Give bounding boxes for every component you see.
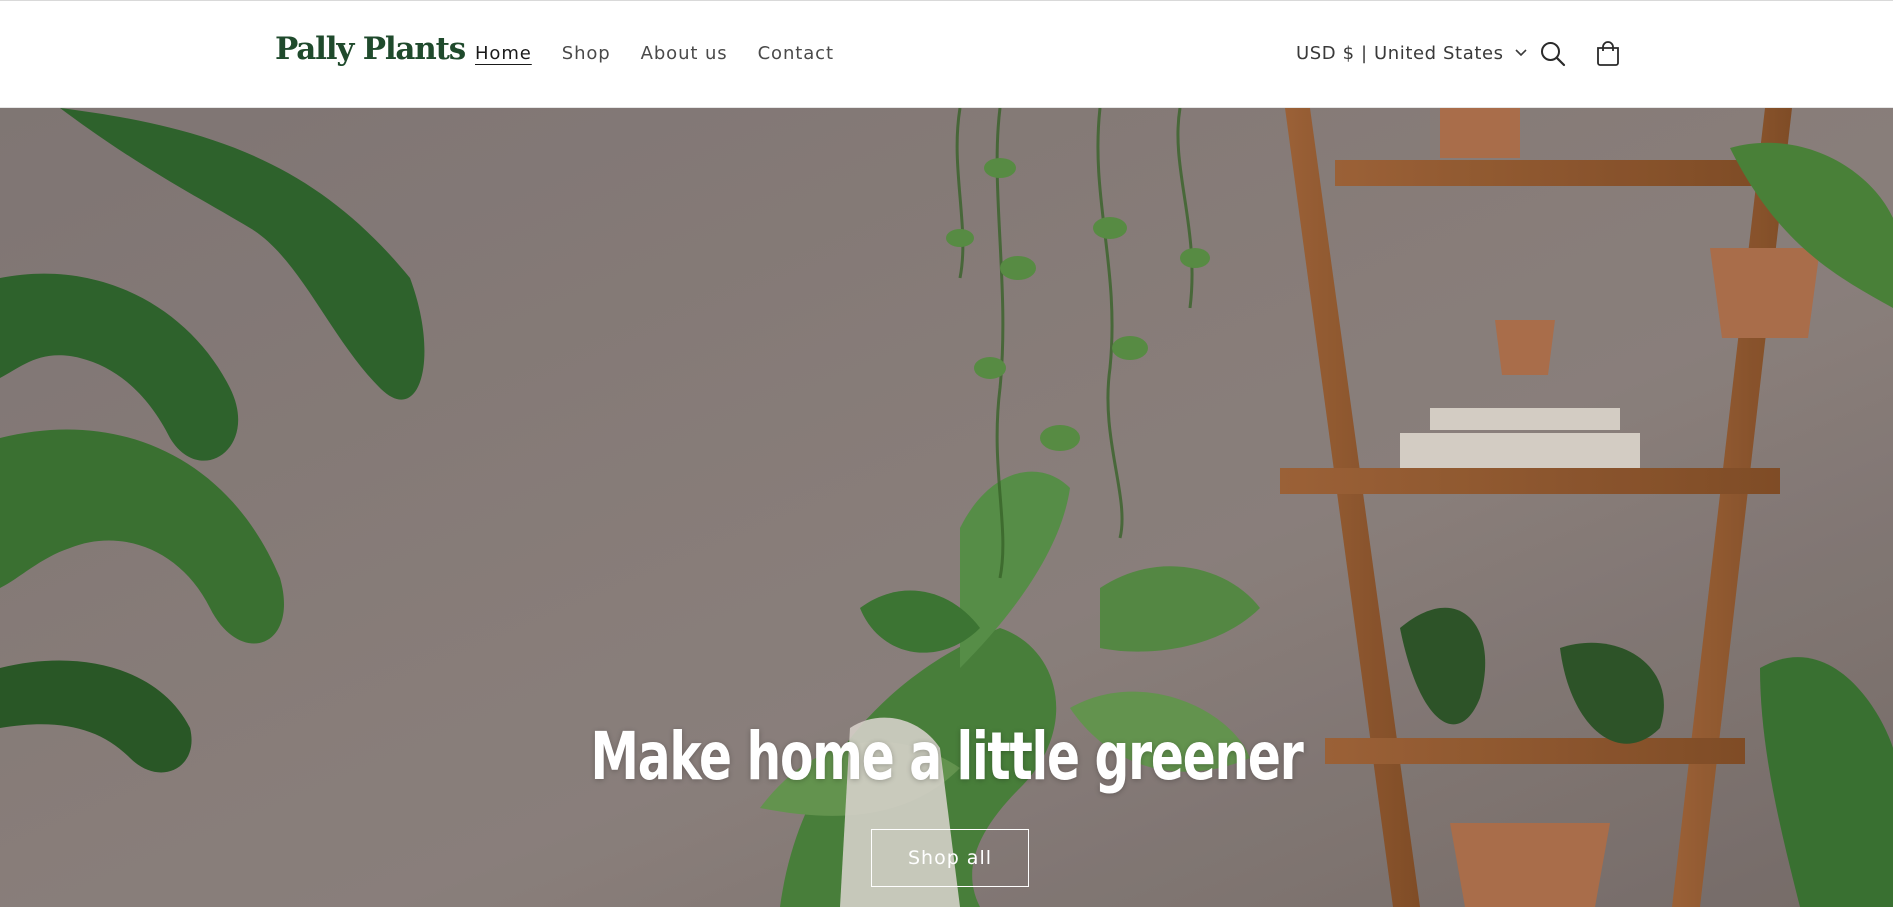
hero-heading: Make home a little greener — [590, 718, 1303, 795]
cart-icon[interactable] — [1593, 39, 1623, 69]
site-header: Pally Plants Home Shop About us Contact … — [0, 1, 1893, 108]
currency-country-selector[interactable]: USD $ | United States — [1296, 43, 1528, 64]
nav-item-about-us[interactable]: About us — [641, 43, 728, 64]
nav-item-home[interactable]: Home — [475, 43, 532, 64]
brand-logo[interactable]: Pally Plants — [275, 31, 466, 67]
main-nav: Home Shop About us Contact — [475, 43, 834, 64]
hero-banner: Make home a little greener Shop all — [0, 108, 1893, 907]
shop-all-button[interactable]: Shop all — [871, 829, 1029, 887]
currency-country-label: USD $ | United States — [1296, 43, 1504, 64]
search-icon[interactable] — [1538, 39, 1568, 69]
chevron-down-icon — [1514, 43, 1528, 64]
nav-item-contact[interactable]: Contact — [758, 43, 834, 64]
nav-item-shop[interactable]: Shop — [562, 43, 611, 64]
